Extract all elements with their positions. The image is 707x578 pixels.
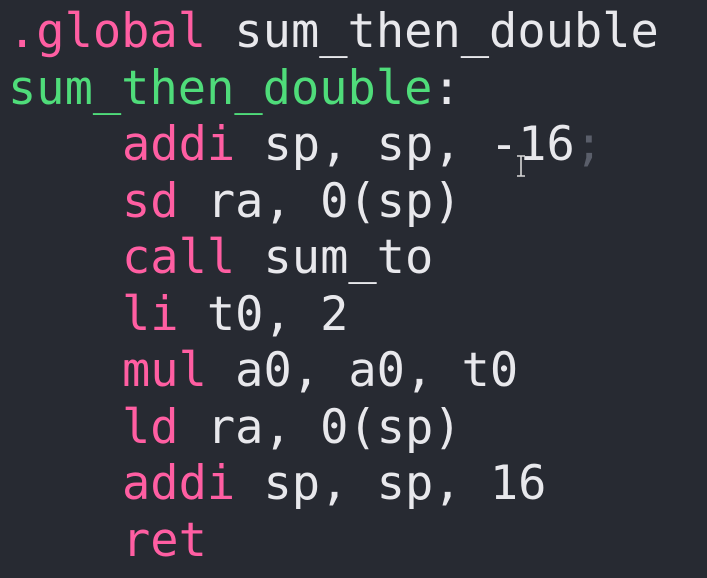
instruction-mnemonic: mul	[122, 343, 207, 398]
code-line-call[interactable]: call sum_to	[0, 230, 707, 287]
trailing-semicolon: ;	[574, 117, 604, 172]
instruction-operands: a0, a0, t0	[206, 343, 519, 398]
code-editor[interactable]: .global sum_then_double sum_then_double:…	[0, 0, 707, 578]
code-line-mul[interactable]: mul a0, a0, t0	[0, 343, 707, 400]
directive-keyword: .global	[8, 4, 207, 59]
instruction-mnemonic: addi	[122, 117, 236, 172]
code-line-addi-alloc[interactable]: addi sp, sp, -16;	[0, 117, 707, 174]
directive-symbol: sum_then_double	[206, 4, 659, 59]
code-line-ret[interactable]: ret	[0, 513, 707, 570]
code-line-label[interactable]: sum_then_double:	[0, 61, 707, 118]
function-label: sum_then_double	[8, 60, 433, 116]
code-line-global-directive[interactable]: .global sum_then_double	[0, 4, 707, 61]
code-line-ld[interactable]: ld ra, 0(sp)	[0, 400, 707, 457]
instruction-operands: ra, 0(sp)	[178, 173, 462, 229]
code-line-sd[interactable]: sd ra, 0(sp)	[0, 174, 707, 231]
instruction-mnemonic: sd	[122, 173, 179, 229]
instruction-operands: t0, 2	[178, 286, 349, 342]
instruction-mnemonic: addi	[122, 456, 236, 511]
instruction-operands: ra, 0(sp)	[178, 399, 462, 455]
instruction-mnemonic: li	[122, 286, 179, 342]
instruction-mnemonic: ret	[122, 512, 207, 568]
instruction-operands: sum_to	[235, 230, 434, 285]
code-line-li[interactable]: li t0, 2	[0, 287, 707, 344]
instruction-mnemonic: call	[122, 230, 236, 285]
label-colon: :	[432, 60, 461, 116]
instruction-operands: sp, sp, -16	[235, 117, 575, 172]
instruction-mnemonic: ld	[122, 399, 179, 455]
code-line-addi-free[interactable]: addi sp, sp, 16	[0, 456, 707, 513]
instruction-operands: sp, sp, 16	[235, 456, 547, 511]
